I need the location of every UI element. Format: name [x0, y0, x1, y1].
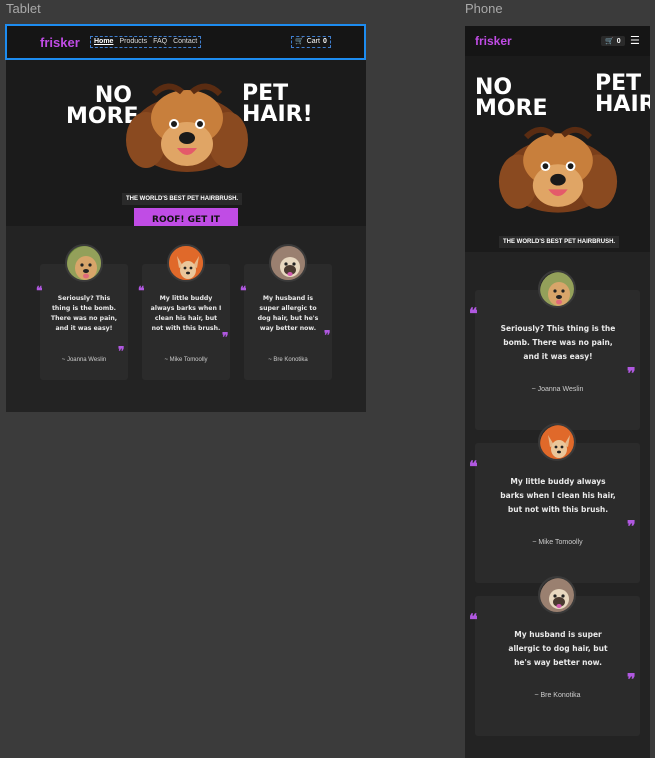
- quote-open-icon: ❝: [36, 284, 43, 298]
- dog-illustration: [498, 126, 618, 213]
- quote-close-icon: ❞: [627, 364, 636, 383]
- testimonial-card: ❝ My little buddy always barks when I cl…: [138, 244, 230, 380]
- testimonial-author: ~ Joanna Weslin: [61, 357, 107, 363]
- dog-avatar-chihuahua: [538, 423, 576, 461]
- testimonial-card: ❝ Seriously? This thing is the bomb. The…: [36, 244, 128, 380]
- quote-close-icon: ❞: [118, 344, 125, 358]
- hero-headline-left: NO MORE: [66, 83, 139, 129]
- testimonial-quote: Seriously? This thing is the bomb. There…: [50, 295, 118, 332]
- dog-avatar-pug: [269, 244, 307, 282]
- hero-section: NO MORE PET HAIR! THE WORLD'S BEST PET H…: [465, 56, 650, 286]
- quote-close-icon: ❞: [627, 670, 636, 689]
- dog-illustration: [126, 83, 248, 172]
- hero-tagline: THE WORLD'S BEST PET HAIRBRUSH.: [122, 193, 243, 205]
- nav-link-home[interactable]: Home: [94, 37, 113, 47]
- dog-avatar-golden: [65, 244, 103, 282]
- testimonial-card: ❝ My little buddy always barks when I cl…: [469, 423, 640, 583]
- nav-link-products[interactable]: Products: [119, 37, 147, 47]
- testimonial-author: ~ Mike Tomoolly: [532, 539, 583, 546]
- logo[interactable]: frisker: [475, 34, 512, 48]
- testimonial-author: ~ Bre Konotika: [268, 357, 308, 363]
- hero-headline-right: PET HAIR!: [242, 81, 313, 127]
- nav-links: Home Products FAQ Contact: [90, 36, 202, 48]
- testimonial-quote: My husband is super allergic to dog hair…: [257, 295, 319, 332]
- quote-close-icon: ❞: [222, 330, 229, 344]
- cart-count: 0: [616, 37, 621, 45]
- cart-button[interactable]: 🛒 0: [601, 36, 625, 46]
- logo[interactable]: frisker: [40, 35, 80, 50]
- testimonial-card: ❝ My husband is super allergic to dog ha…: [469, 576, 640, 736]
- cart-icon: 🛒: [605, 38, 614, 45]
- hero-section: NO MORE PET HAIR! THE WORLD'S BEST PET H…: [6, 60, 366, 247]
- cart-button[interactable]: 🛒 Cart 0: [291, 36, 331, 48]
- testimonial-author: ~ Mike Tomoolly: [164, 357, 208, 363]
- cart-count: 0: [322, 38, 327, 45]
- nav-link-contact[interactable]: Contact: [173, 37, 197, 47]
- quote-close-icon: ❞: [324, 328, 331, 342]
- testimonials-section: ❝ Seriously? This thing is the bomb. The…: [465, 252, 650, 758]
- testimonials-section: ❝ Seriously? This thing is the bomb. The…: [6, 226, 366, 412]
- testimonial-author: ~ Bre Konotika: [534, 692, 581, 699]
- hero-headline-right: PET HAIR!: [595, 71, 650, 117]
- dog-avatar-pug: [538, 576, 576, 614]
- cart-label: Cart: [306, 38, 320, 45]
- tablet-frame-label: Tablet: [6, 1, 41, 16]
- quote-open-icon: ❝: [240, 284, 247, 298]
- quote-open-icon: ❝: [138, 284, 145, 298]
- testimonial-quote: My little buddy always barks when I clea…: [500, 477, 616, 514]
- hero-headline-left: NO MORE: [475, 75, 548, 121]
- dog-avatar-chihuahua: [167, 244, 205, 282]
- hamburger-menu-icon[interactable]: ☰: [630, 34, 640, 47]
- tablet-navbar: frisker Home Products FAQ Contact 🛒 Cart…: [6, 24, 366, 60]
- testimonial-quote: Seriously? This thing is the bomb. There…: [500, 324, 616, 361]
- quote-open-icon: ❝: [469, 610, 478, 629]
- quote-close-icon: ❞: [627, 517, 636, 536]
- phone-frame: frisker 🛒 0 ☰ NO MORE PET HAIR! THE WORL…: [465, 26, 650, 758]
- quote-open-icon: ❝: [469, 304, 478, 323]
- phone-frame-label: Phone: [465, 1, 503, 16]
- dog-avatar-golden: [538, 270, 576, 308]
- hero-tagline: THE WORLD'S BEST PET HAIRBRUSH.: [499, 236, 620, 248]
- nav-link-faq[interactable]: FAQ: [153, 37, 167, 47]
- quote-open-icon: ❝: [469, 457, 478, 476]
- testimonial-card: ❝ My husband is super allergic to dog ha…: [240, 244, 332, 380]
- phone-navbar: frisker 🛒 0 ☰: [465, 26, 650, 56]
- tablet-frame: frisker Home Products FAQ Contact 🛒 Cart…: [6, 24, 366, 412]
- testimonial-quote: My little buddy always barks when I clea…: [150, 295, 222, 332]
- testimonial-author: ~ Joanna Weslin: [531, 386, 584, 393]
- cart-icon: 🛒: [295, 38, 304, 45]
- testimonial-card: ❝ Seriously? This thing is the bomb. The…: [469, 270, 640, 430]
- testimonial-quote: My husband is super allergic to dog hair…: [508, 630, 608, 667]
